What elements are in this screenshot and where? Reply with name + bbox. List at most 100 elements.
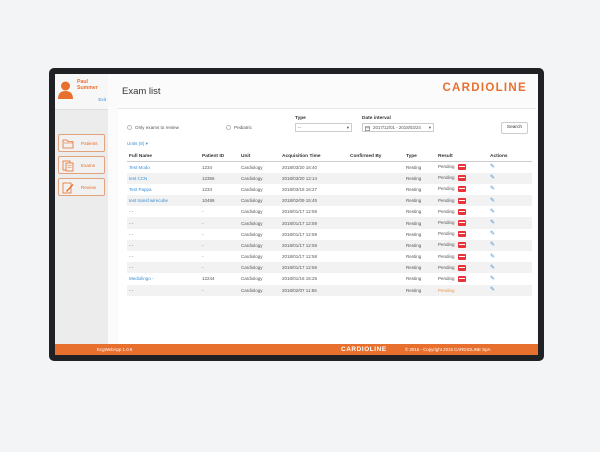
cell-type: Resting (404, 172, 436, 184)
cell-patient-id: - (200, 239, 239, 251)
cell-confirmed-by (348, 229, 404, 240)
monitor-frame: Paul Summer Exit Patients Exams Review E… (49, 68, 544, 361)
cell-confirmed-by (348, 162, 404, 173)
chevron-down-icon: ▾ (346, 125, 349, 130)
ecg-badge-icon[interactable] (457, 264, 466, 271)
cell-patient-id: 12244 (202, 276, 215, 282)
ecg-badge-icon[interactable] (457, 164, 466, 171)
table-row[interactable]: Mediolingo -12244 Cardiology 2018/01/16 15… (127, 273, 532, 284)
cell-type: Resting (404, 217, 436, 229)
nav-item-patients[interactable]: Patients (58, 134, 105, 152)
cell-full-name[interactable]: test CCN (127, 172, 200, 184)
result-status: Pending (438, 264, 455, 270)
units-dropdown[interactable]: Units (8) ▾ (127, 141, 148, 147)
table-row[interactable]: - - - Cardiology 2018/02/07 11:56 Resting Pen… (127, 284, 532, 296)
nav-label: Review (81, 185, 97, 190)
cell-acquisition-time: 2018/01/17 12:59 (282, 231, 318, 237)
only-review-checkbox[interactable] (127, 125, 132, 130)
cell-actions: ✎ (488, 251, 532, 262)
column-header[interactable]: Unit (239, 152, 280, 162)
edit-pencil-icon[interactable]: ✎ (490, 164, 496, 170)
footer-bar: EcgWebApp 1.0.6 CARDIOLINE © 2015 - Copy… (55, 344, 538, 355)
column-header[interactable]: Acquisition Time (280, 152, 348, 162)
table-row[interactable]: Test Modo 1234 Cardiology 2018/03/20 16:40 R… (127, 162, 532, 173)
nav-item-review[interactable]: Review (58, 178, 105, 196)
cell-actions: ✎ (488, 172, 532, 184)
table-row[interactable]: Test Pappa 1234 Cardiology 2018/03/19 16:27… (127, 184, 532, 195)
ecg-badge-icon[interactable] (457, 186, 466, 193)
column-header[interactable]: Type (404, 152, 436, 162)
column-header[interactable]: Patient ID (200, 152, 239, 162)
date-interval-picker[interactable]: 2017/12/01 - 2018/03/24 ▾ (362, 123, 434, 132)
nav-label: Patients (81, 141, 98, 146)
edit-pencil-icon[interactable]: ✎ (490, 265, 496, 271)
cell-type: Resting (406, 164, 422, 170)
exit-link[interactable]: Exit (98, 97, 106, 102)
ecg-badge-icon[interactable] (457, 253, 466, 260)
edit-pencil-icon[interactable]: ✎ (490, 198, 496, 204)
cell-result: Pending (436, 195, 488, 207)
search-button[interactable]: Search (501, 122, 528, 134)
cell-confirmed-by (348, 206, 404, 217)
cell-type: Resting (406, 276, 422, 282)
ecg-badge-icon[interactable] (457, 220, 466, 227)
table-row[interactable]: - - - Cardiology 2018/01/17 12:58 Resting Pen… (127, 239, 532, 251)
table-row[interactable]: - - - Cardiology 2018/01/17 12:56 Resting Pen… (127, 262, 532, 274)
table-row[interactable]: - - - Cardiology 2018/01/17 12:58 Resting Pen… (127, 251, 532, 262)
ecg-badge-icon[interactable] (457, 275, 466, 282)
pediatric-checkbox[interactable] (226, 125, 231, 130)
cell-result: Pending (436, 172, 488, 184)
table-row[interactable]: test CCN 12356 Cardiology 2018/03/20 12:14 R… (127, 172, 532, 184)
table-body: Test Modo 1234 Cardiology 2018/03/20 16:40 R… (127, 162, 532, 296)
documents-icon (62, 160, 74, 172)
edit-pencil-icon[interactable]: ✎ (490, 287, 496, 293)
cell-type: Resting (406, 231, 422, 237)
table-row[interactable]: - - - Cardiology 2018/01/17 12:59 Resting Pen… (127, 229, 532, 240)
ecg-badge-icon[interactable] (457, 208, 466, 215)
cell-acquisition-time: 2018/01/16 15:25 (282, 276, 318, 282)
nav-item-exams[interactable]: Exams (58, 156, 105, 174)
ecg-badge-icon[interactable] (457, 197, 466, 204)
cell-full-name[interactable]: Mediolingo - (127, 273, 200, 284)
table-row[interactable]: - - - Cardiology 2018/01/17 12:59 Resting Pen… (127, 206, 532, 217)
edit-pencil-icon[interactable]: ✎ (490, 231, 496, 237)
cell-acquisition-time: 2018/01/17 12:58 (282, 254, 318, 260)
result-status: Pending (438, 186, 455, 192)
cell-confirmed-by (348, 217, 404, 229)
edit-pencil-icon[interactable]: ✎ (490, 242, 496, 248)
date-interval-label: Date interval (362, 116, 391, 121)
cell-full-name[interactable]: Test Pappa (127, 184, 200, 195)
ecg-badge-icon[interactable] (457, 242, 466, 249)
cell-actions: ✎ (488, 262, 532, 274)
cell-full-name[interactable]: Test Modo (127, 162, 200, 173)
column-header[interactable]: Result (436, 152, 488, 162)
ecg-badge-icon[interactable] (457, 175, 466, 182)
result-status: Pending (438, 209, 455, 215)
units-label: Units (8) (127, 141, 145, 146)
nav-label: Exams (81, 163, 96, 168)
user-name: Paul Summer (77, 79, 98, 91)
edit-pencil-icon[interactable]: ✎ (490, 209, 496, 215)
cell-result: Pending (436, 206, 488, 217)
edit-pencil-icon[interactable]: ✎ (490, 254, 496, 260)
type-select[interactable]: -- ▾ (295, 123, 352, 132)
column-header[interactable]: Confirmed By (348, 152, 404, 162)
cell-confirmed-by (348, 273, 404, 284)
edit-pencil-icon[interactable]: ✎ (490, 276, 496, 282)
column-header[interactable]: Full Name (127, 152, 200, 162)
ecg-badge-icon[interactable] (457, 231, 466, 238)
cell-full-name[interactable]: test transf.wirecube (127, 195, 200, 207)
edit-pencil-icon[interactable]: ✎ (490, 186, 496, 192)
pediatric-label: Pediatric (234, 125, 252, 130)
table-row[interactable]: test transf.wirecube 10486 Cardiology 2018/… (127, 195, 532, 207)
cell-full-name: - - (129, 209, 134, 215)
cell-type: Resting (406, 254, 422, 260)
table-row[interactable]: - - - Cardiology 2018/01/17 12:59 Resting Pen… (127, 217, 532, 229)
cell-patient-id: 12356 (200, 172, 239, 184)
cell-actions: ✎ (488, 239, 532, 251)
edit-pencil-icon[interactable]: ✎ (490, 220, 496, 226)
cell-result: Pending (436, 251, 488, 262)
result-status: Pending (438, 231, 455, 237)
edit-pencil-icon[interactable]: ✎ (490, 175, 496, 181)
cell-unit: Cardiology (239, 262, 280, 274)
